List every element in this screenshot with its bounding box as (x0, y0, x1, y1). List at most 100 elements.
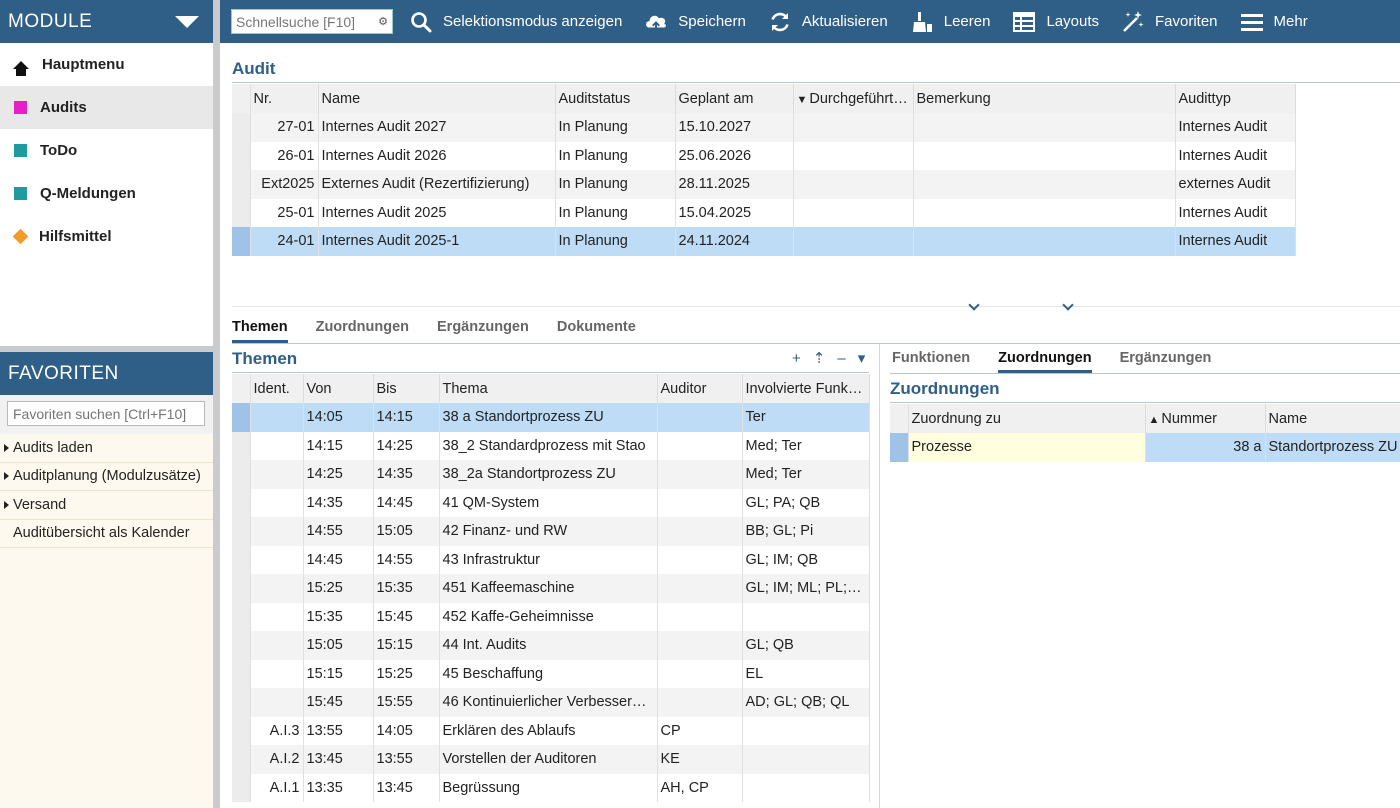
column-header[interactable]: Bis (373, 374, 440, 403)
expand-triangle-icon[interactable] (4, 472, 9, 481)
vertical-divider[interactable] (879, 344, 880, 808)
module-item-hauptmenu[interactable]: Hauptmenu (0, 43, 213, 86)
row-header[interactable] (232, 170, 251, 199)
table-row[interactable]: 14:35 14:45 41 QM-System GL; PA; QB (232, 488, 870, 517)
favorite-item-audits-laden[interactable]: Audits laden (0, 434, 213, 463)
row-header[interactable] (232, 716, 251, 745)
favorite-item-auditplanung[interactable]: Auditplanung (Modulzusätze) (0, 463, 213, 491)
module-label: Q-Meldungen (40, 185, 136, 202)
row-header[interactable] (232, 773, 251, 802)
module-header[interactable]: MODULE (0, 0, 213, 43)
selection-mode-button[interactable]: Selektionsmodus anzeigen (409, 10, 622, 34)
module-item-audits[interactable]: Audits (0, 86, 213, 129)
row-header[interactable] (232, 574, 251, 603)
row-header[interactable] (232, 659, 251, 688)
save-button[interactable]: Speichern (644, 10, 746, 34)
more-button[interactable]: Mehr (1240, 10, 1308, 34)
chevron-down-icon[interactable] (1062, 299, 1074, 311)
tab-ergaenzungen[interactable]: Ergänzungen (437, 319, 529, 343)
column-header[interactable]: Thema (439, 374, 658, 403)
tab-zuordnungen-right[interactable]: Zuordnungen (998, 350, 1092, 373)
remove-icon[interactable]: – (837, 350, 845, 367)
gear-icon[interactable]: ⚙ (378, 15, 388, 28)
table-row[interactable]: 14:55 15:05 42 Finanz- und RW BB; GL; Pi (232, 517, 870, 546)
row-header[interactable] (232, 602, 251, 631)
layouts-button[interactable]: Layouts (1012, 10, 1099, 34)
favorites-search-input[interactable] (7, 401, 205, 426)
table-cell (250, 688, 304, 717)
menu-dropdown-icon[interactable]: ▾ (858, 349, 866, 367)
tab-zuordnungen[interactable]: Zuordnungen (316, 319, 409, 343)
clear-button[interactable]: Leeren (910, 10, 990, 34)
column-header[interactable]: Name (318, 84, 556, 113)
column-header[interactable]: Bemerkung (913, 84, 1176, 113)
table-row[interactable]: 25-01 Internes Audit 2025 In Planung 15.… (232, 198, 1296, 227)
table-row[interactable]: A.I.3 13:55 14:05 Erklären des Ablaufs CP (232, 716, 870, 745)
row-header[interactable] (232, 745, 251, 774)
tab-ergaenzungen-right[interactable]: Ergänzungen (1120, 350, 1212, 373)
table-row-selected[interactable]: 14:05 14:15 38 a Standortprozess ZU Ter (232, 403, 870, 432)
tab-themen[interactable]: Themen (232, 319, 288, 343)
column-header[interactable]: Ident. (250, 374, 304, 403)
module-item-hilfsmittel[interactable]: Hilfsmittel (0, 215, 213, 258)
row-header[interactable] (232, 545, 251, 574)
table-row[interactable]: 27-01 Internes Audit 2027 In Planung 15.… (232, 113, 1296, 142)
chevron-down-icon[interactable] (175, 15, 199, 28)
table-row[interactable]: 15:05 15:15 44 Int. Audits GL; QB (232, 631, 870, 660)
table-row[interactable]: A.I.2 13:45 13:55 Vorstellen der Auditoren K… (232, 745, 870, 774)
row-header[interactable] (232, 403, 251, 432)
row-header[interactable] (232, 141, 251, 170)
favorite-item-versand[interactable]: Versand (0, 491, 213, 520)
column-header[interactable]: Von (303, 374, 374, 403)
tab-dokumente[interactable]: Dokumente (557, 319, 636, 343)
table-row[interactable]: Ext2025 Externes Audit (Rezertifizierung… (232, 170, 1296, 199)
column-header[interactable]: Zuordnung zu (908, 404, 1146, 433)
row-header[interactable] (232, 688, 251, 717)
module-item-todo[interactable]: ToDo (0, 129, 213, 172)
quick-search-input[interactable]: Schnellsuche [F10] ⚙ (231, 9, 393, 34)
table-row-selected[interactable]: Prozesse 38 a Standortprozess ZU (890, 433, 1400, 462)
column-header[interactable]: Name (1265, 404, 1400, 433)
table-row[interactable]: 14:15 14:25 38_2 Standardprozess mit Stao M… (232, 431, 870, 460)
row-header[interactable] (232, 517, 251, 546)
table-row[interactable]: 26-01 Internes Audit 2026 In Planung 25.… (232, 141, 1296, 170)
table-row[interactable]: A.I.1 13:35 13:45 Begrüssung AH, CP (232, 773, 870, 802)
module-item-q-meldungen[interactable]: Q-Meldungen (0, 172, 213, 215)
table-cell: externes Audit (1175, 170, 1296, 199)
row-header[interactable] (232, 460, 251, 489)
table-row[interactable]: 15:25 15:35 451 Kaffeemaschine GL; IM; ML; … (232, 574, 870, 603)
expand-triangle-icon[interactable] (4, 443, 9, 452)
column-header-sorted[interactable]: ▲ Nummer (1145, 404, 1266, 433)
column-header[interactable]: Audittyp (1175, 84, 1296, 113)
table-row-selected[interactable]: 24-01 Internes Audit 2025-1 In Planung 2… (232, 227, 1296, 256)
row-header[interactable] (232, 198, 251, 227)
add-child-icon[interactable]: ⇡ (813, 349, 826, 367)
column-header[interactable]: Auditor (657, 374, 743, 403)
expand-triangle-icon[interactable] (4, 500, 9, 509)
row-header[interactable] (232, 227, 251, 256)
row-header[interactable] (232, 488, 251, 517)
table-row[interactable]: 15:15 15:25 45 Beschaffung EL (232, 659, 870, 688)
favorite-item-kalender[interactable]: Auditübersicht als Kalender (0, 520, 213, 548)
pane-splitter[interactable] (960, 299, 1080, 313)
row-header[interactable] (232, 631, 251, 660)
table-row[interactable]: 15:45 15:55 46 Kontinuierlicher Verbesseru… (232, 688, 870, 717)
sidebar-resize-handle[interactable] (213, 0, 220, 808)
row-header[interactable] (232, 431, 251, 460)
refresh-button[interactable]: Aktualisieren (768, 10, 888, 34)
column-header-sorted[interactable]: ▼ Durchgeführt am (793, 84, 914, 113)
table-row[interactable]: 14:45 14:55 43 Infrastruktur GL; IM; QB (232, 545, 870, 574)
column-header[interactable]: Involvierte Funktion. (742, 374, 870, 403)
row-header[interactable] (232, 113, 251, 142)
tab-funktionen[interactable]: Funktionen (892, 350, 970, 373)
column-header[interactable]: Auditstatus (555, 84, 676, 113)
table-row[interactable]: 15:35 15:45 452 Kaffe-Geheimnisse (232, 602, 870, 631)
chevron-down-icon[interactable] (968, 299, 980, 311)
add-icon[interactable]: + (792, 350, 801, 367)
column-header[interactable]: Nr. (250, 84, 319, 113)
table-cell[interactable]: Prozesse (908, 433, 1146, 462)
row-header[interactable] (890, 433, 909, 462)
column-header[interactable]: Geplant am (675, 84, 794, 113)
table-row[interactable]: 14:25 14:35 38_2a Standortprozess ZU Med; T… (232, 460, 870, 489)
favorites-button[interactable]: Favoriten (1121, 10, 1218, 34)
